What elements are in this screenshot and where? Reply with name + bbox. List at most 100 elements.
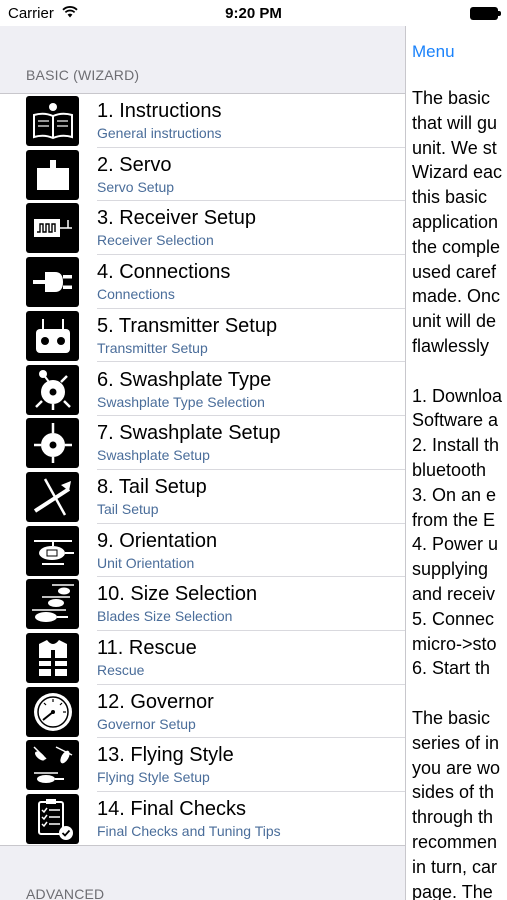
text-line: 5. Connec — [412, 608, 495, 629]
list-item-instructions[interactable]: 1. Instructions General instructions — [0, 94, 405, 148]
book-icon — [26, 96, 79, 146]
item-subtitle: Swashplate Setup — [97, 447, 210, 464]
swashplate-setup-icon — [26, 418, 79, 469]
orientation-icon — [26, 525, 79, 576]
list-item-rescue[interactable]: 11. Rescue Rescue — [0, 631, 405, 685]
text-line: series of in — [412, 732, 500, 753]
item-subtitle: Transmitter Setup — [97, 339, 208, 356]
text-line: 4. Power u — [412, 534, 499, 555]
paragraph-wizard: The basic series of in you are wo sides … — [412, 706, 507, 900]
text-line: made. Onc — [412, 286, 501, 307]
item-subtitle: Final Checks and Tuning Tips — [97, 823, 281, 840]
text-line: 1. Downloa — [412, 385, 503, 406]
item-title: 5. Transmitter Setup — [97, 314, 278, 337]
item-title: 2. Servo — [97, 153, 172, 176]
text-line: and receiv — [412, 583, 496, 604]
text-line: The basic — [412, 707, 491, 728]
text-line: in turn, car — [412, 856, 498, 877]
list-item-final-checks[interactable]: 14. Final Checks Final Checks and Tuning… — [0, 792, 405, 846]
section-header-advanced: ADVANCED — [26, 886, 105, 900]
item-title: 10. Size Selection — [97, 583, 258, 606]
item-title: 1. Instructions — [97, 100, 222, 122]
text-line: micro->sto — [412, 633, 497, 654]
text-line: Software a — [412, 410, 499, 431]
life-vest-icon — [26, 633, 79, 683]
item-subtitle: Rescue — [97, 662, 145, 678]
paragraph-steps: 1. Downloa Software a 2. Install th blue… — [412, 384, 507, 682]
swashplate-type-icon — [26, 364, 79, 415]
item-title: 8. Tail Setup — [97, 475, 207, 498]
list-item-receiver-setup[interactable]: 3. Receiver Setup Receiver Selection — [0, 201, 405, 256]
item-title: 9. Orientation — [97, 529, 218, 552]
item-title: 4. Connections — [97, 261, 231, 284]
item-title: 7. Swashplate Setup — [97, 422, 281, 445]
item-title: 13. Flying Style — [97, 744, 234, 767]
item-title: 12. Governor — [97, 690, 214, 713]
text-line: Wizard eac — [412, 162, 503, 183]
item-subtitle: Connections — [97, 286, 175, 303]
servo-icon — [26, 149, 79, 200]
list-item-tail-setup[interactable]: 8. Tail Setup Tail Setup — [0, 470, 405, 524]
instructions-text: The basic that will gu unit. We st Wizar… — [412, 86, 507, 900]
text-line: unit. We st — [412, 137, 497, 158]
tail-icon — [26, 471, 79, 522]
list-item-swashplate-setup[interactable]: 7. Swashplate Setup Swashplate Setup — [0, 416, 405, 470]
menu-button[interactable]: Menu — [412, 42, 455, 62]
text-line: sides of th — [412, 782, 495, 803]
detail-pane: Menu The basic that will gu unit. We st … — [406, 26, 507, 900]
item-subtitle: Blades Size Selection — [97, 608, 233, 625]
item-subtitle: Flying Style Setup — [97, 769, 210, 786]
item-title: 14. Final Checks — [97, 798, 246, 821]
text-line: page. The — [412, 881, 493, 900]
text-line: the comple — [412, 236, 501, 257]
item-subtitle: Tail Setup — [97, 500, 159, 517]
text-line: recommen — [412, 831, 498, 852]
gauge-icon — [26, 686, 79, 737]
text-line: from the E — [412, 509, 496, 530]
list-item-swashplate-type[interactable]: 6. Swashplate Type Swashplate Type Selec… — [0, 363, 405, 417]
status-bar: Carrier 9:20 PM — [0, 0, 507, 26]
clock: 9:20 PM — [225, 5, 282, 22]
helicopter-sizes-icon — [26, 579, 79, 630]
text-line: The basic — [412, 88, 491, 108]
text-line: through th — [412, 807, 494, 828]
list-item-flying-style[interactable]: 13. Flying Style Flying Style Setup — [0, 738, 405, 793]
list-item-transmitter-setup[interactable]: 5. Transmitter Setup Transmitter Setup — [0, 309, 405, 363]
text-line: you are wo — [412, 757, 501, 778]
battery-icon — [470, 7, 498, 20]
list-item-governor[interactable]: 12. Governor Governor Setup — [0, 685, 405, 739]
basic-wizard-list: 1. Instructions General instructions 2. … — [0, 94, 405, 845]
text-line: flawlessly — [412, 335, 490, 356]
item-subtitle: Governor Setup — [97, 715, 196, 732]
section-header-basic: BASIC (WIZARD) — [26, 67, 140, 83]
master-pane: BASIC (WIZARD) 1. Instructions General i… — [0, 26, 405, 900]
text-line: used caref — [412, 261, 497, 282]
item-title: 3. Receiver Setup — [97, 207, 256, 230]
list-item-size-selection[interactable]: 10. Size Selection Blades Size Selection — [0, 577, 405, 631]
plug-icon — [26, 257, 79, 308]
flying-style-icon — [26, 740, 79, 791]
list-item-servo[interactable]: 2. Servo Servo Setup — [0, 148, 405, 202]
text-line: 2. Install th — [412, 435, 500, 456]
checklist-icon — [26, 794, 79, 845]
text-line: this basic — [412, 187, 488, 208]
item-subtitle: Unit Orientation — [97, 554, 195, 571]
item-title: 6. Swashplate Type — [97, 368, 272, 391]
text-line: unit will de — [412, 311, 497, 332]
list-bottom-border — [0, 845, 405, 846]
item-subtitle: General instructions — [97, 125, 222, 141]
text-line: 6. Start th — [412, 658, 491, 679]
text-line: application — [412, 211, 499, 232]
item-subtitle: Swashplate Type Selection — [97, 393, 265, 410]
receiver-icon — [26, 203, 79, 254]
text-line: supplying — [412, 559, 489, 580]
text-line: that will gu — [412, 112, 498, 133]
battery-tip — [498, 11, 501, 16]
list-item-orientation[interactable]: 9. Orientation Unit Orientation — [0, 524, 405, 578]
list-item-connections[interactable]: 4. Connections Connections — [0, 255, 405, 309]
paragraph-intro: The basic that will gu unit. We st Wizar… — [412, 86, 507, 359]
transmitter-icon — [26, 310, 79, 361]
item-subtitle: Receiver Selection — [97, 232, 214, 249]
item-title: 11. Rescue — [97, 637, 197, 659]
text-line: bluetooth — [412, 459, 487, 480]
